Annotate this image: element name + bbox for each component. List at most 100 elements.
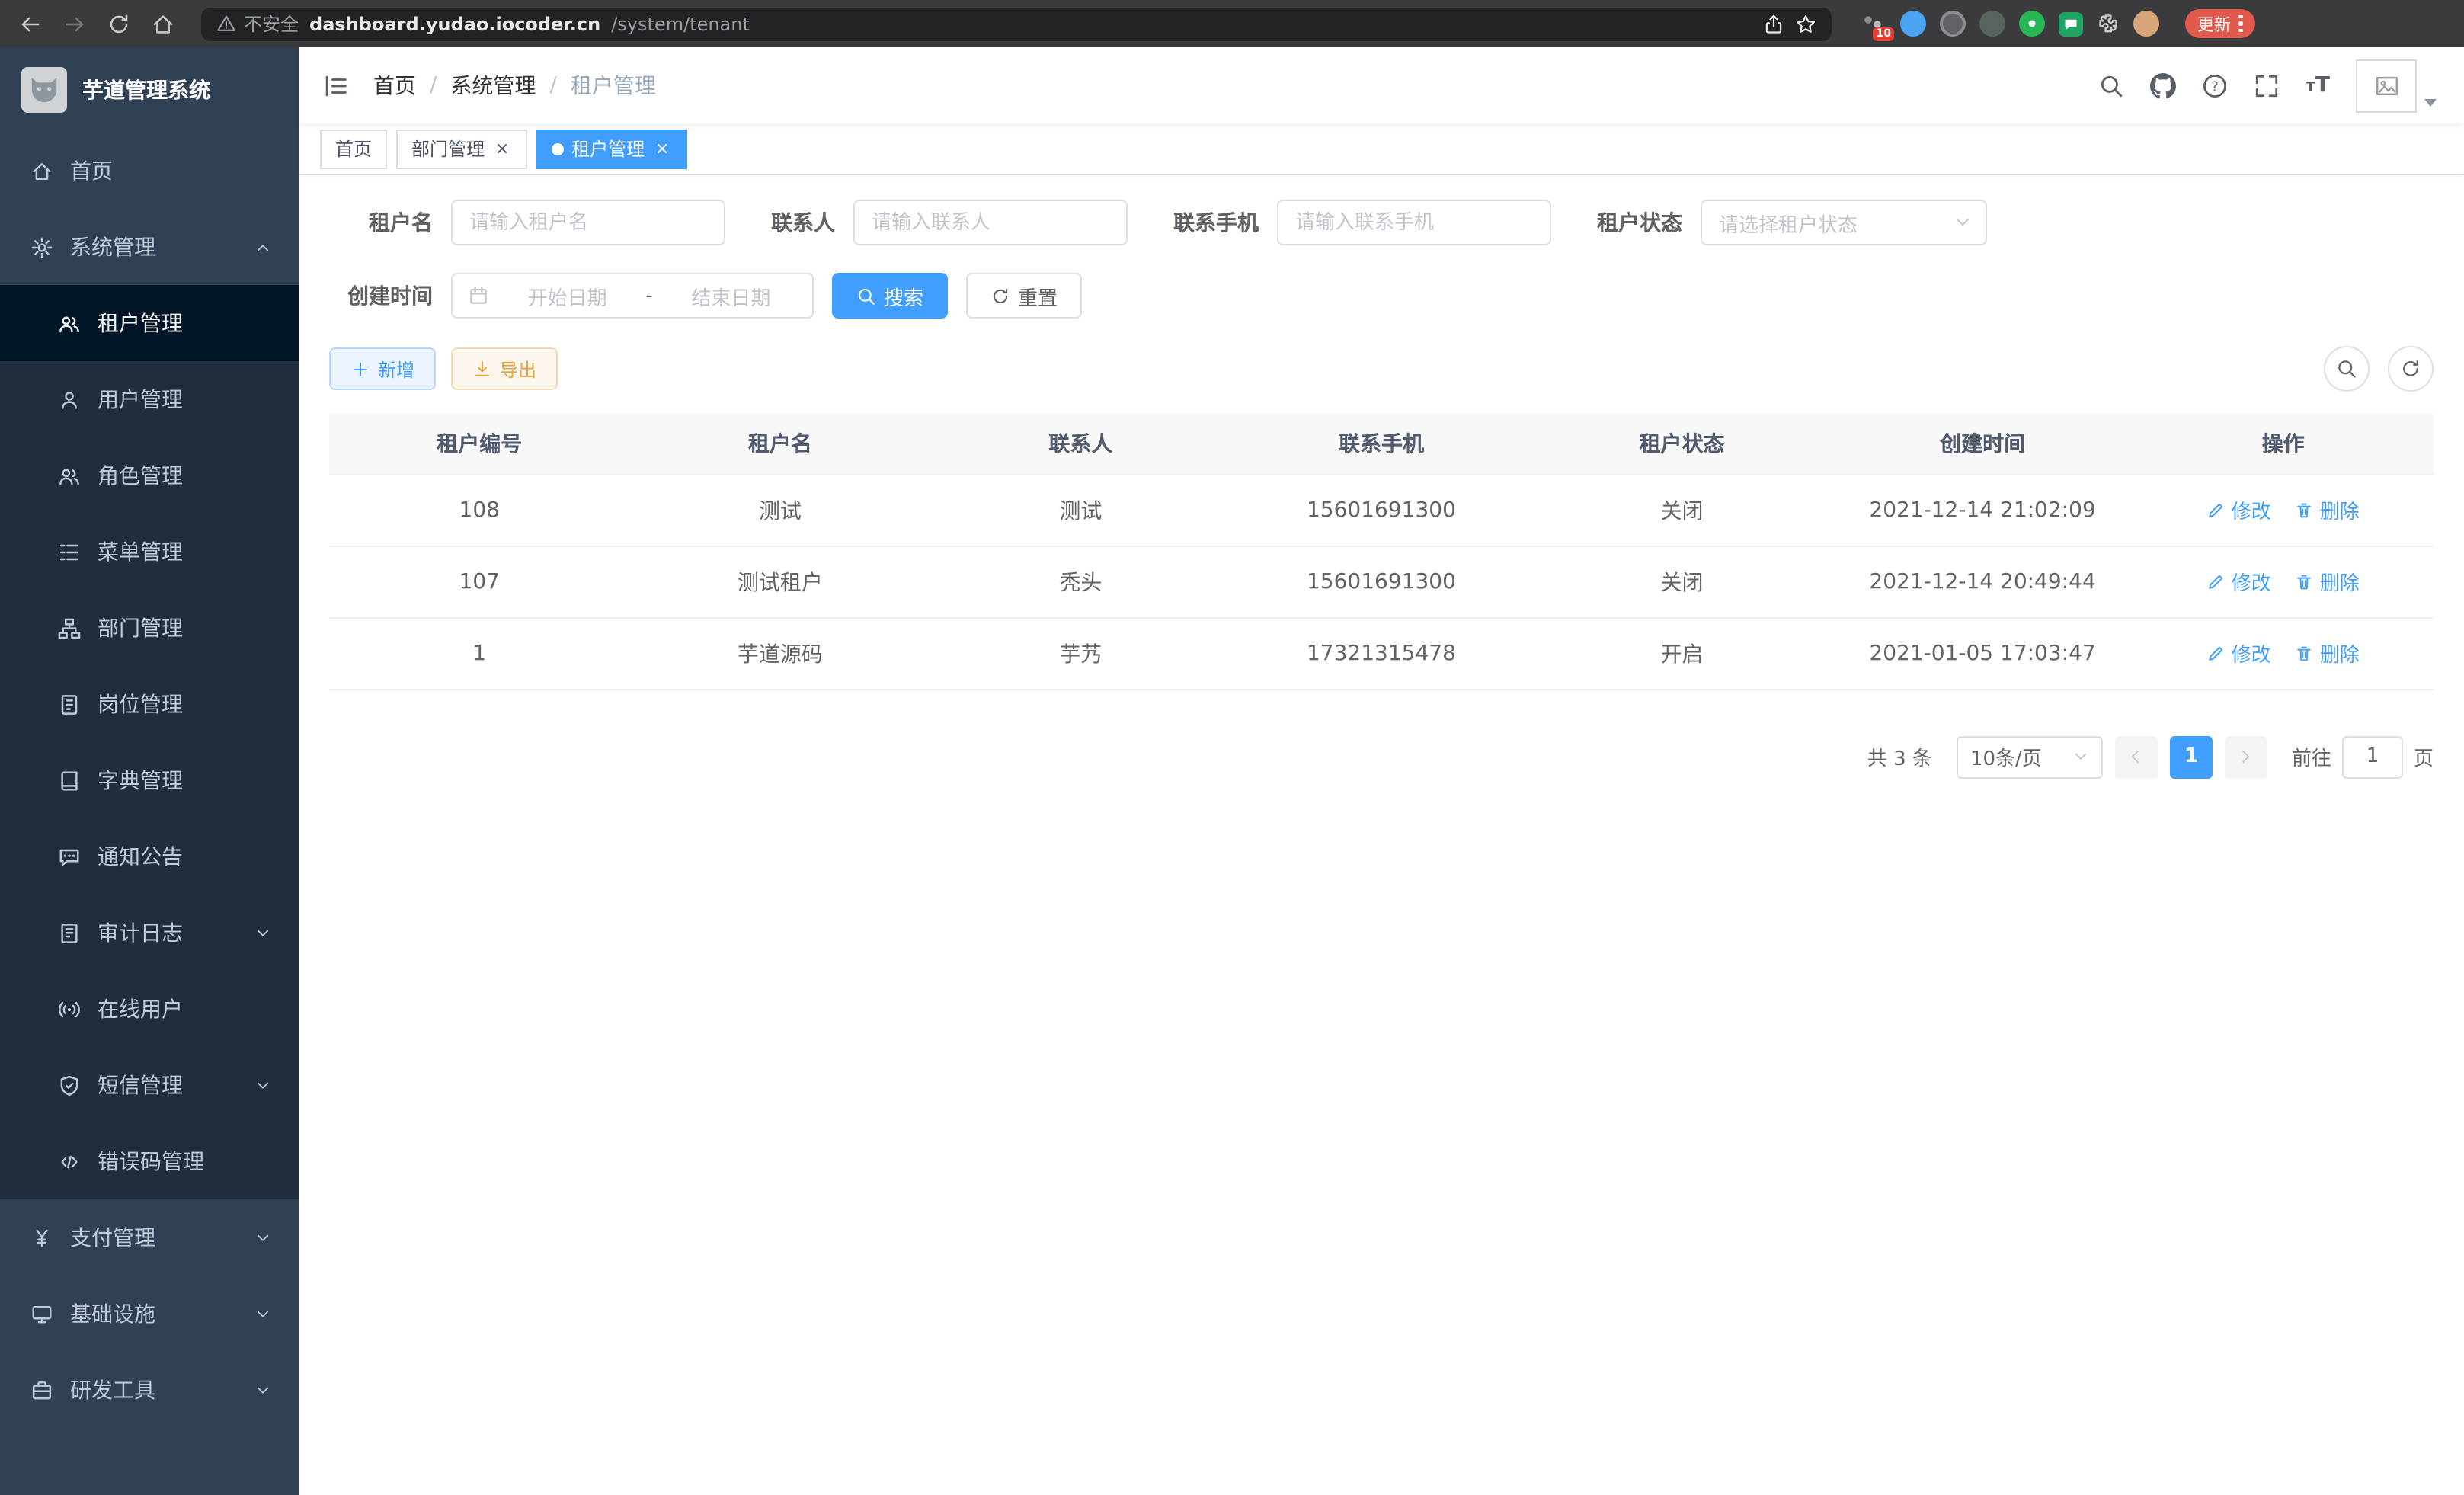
url-bar[interactable]: 不安全 dashboard.yudao.iocoder.cn/system/te… bbox=[201, 7, 1832, 40]
browser-toolbar: 不安全 dashboard.yudao.iocoder.cn/system/te… bbox=[0, 0, 2464, 47]
sidebar-item-dept[interactable]: 部门管理 bbox=[0, 590, 299, 666]
app-title: 芋道管理系统 bbox=[82, 75, 210, 105]
sidebar-item-audit[interactable]: 审计日志 bbox=[0, 895, 299, 971]
contact-input[interactable] bbox=[853, 200, 1128, 245]
col-header-actions: 操作 bbox=[2133, 413, 2434, 474]
phone-input[interactable] bbox=[1277, 200, 1551, 245]
hide-search-button[interactable] bbox=[2324, 346, 2370, 392]
col-header-created: 创建时间 bbox=[1832, 413, 2133, 474]
sidebar-item-pay[interactable]: 支付管理 bbox=[0, 1199, 299, 1276]
tenant-table: 租户编号 租户名 联系人 联系手机 租户状态 创建时间 操作 108 测试 bbox=[329, 413, 2434, 690]
breadcrumb-separator: / bbox=[549, 73, 556, 98]
refresh-icon bbox=[990, 286, 1010, 306]
sidebar-item-notice[interactable]: 通知公告 bbox=[0, 818, 299, 895]
sidebar-item-dict[interactable]: 字典管理 bbox=[0, 742, 299, 818]
goto-page-input[interactable] bbox=[2342, 735, 2403, 778]
edit-link[interactable]: 修改 bbox=[2207, 567, 2271, 596]
breadcrumb-home[interactable]: 首页 bbox=[373, 70, 416, 101]
sidebar-item-post[interactable]: 岗位管理 bbox=[0, 666, 299, 742]
sidebar-item-home[interactable]: 首页 bbox=[0, 133, 299, 209]
refresh-icon bbox=[2400, 358, 2421, 379]
delete-link[interactable]: 删除 bbox=[2296, 639, 2360, 667]
delete-link[interactable]: 删除 bbox=[2296, 495, 2360, 524]
fullscreen-icon[interactable] bbox=[2254, 72, 2280, 98]
sidebar-item-devtool[interactable]: 研发工具 bbox=[0, 1352, 299, 1428]
sidebar-item-system[interactable]: 系统管理 bbox=[0, 209, 299, 285]
browser-menu-icon[interactable] bbox=[2238, 15, 2242, 33]
prev-page-button[interactable] bbox=[2115, 735, 2158, 778]
ext-icon-dark[interactable] bbox=[1940, 11, 1966, 37]
sidebar-item-label: 角色管理 bbox=[98, 460, 183, 491]
navbar-actions: ? TT bbox=[2099, 59, 2464, 112]
status-select[interactable]: 请选择租户状态 bbox=[1701, 200, 1987, 245]
forward-button[interactable] bbox=[59, 8, 90, 39]
ext-icon-badge[interactable]: 10 bbox=[1861, 11, 1886, 37]
sidebar-item-label: 基础设施 bbox=[70, 1298, 155, 1329]
sidebar-item-sms[interactable]: 短信管理 bbox=[0, 1047, 299, 1123]
page-number-button[interactable]: 1 bbox=[2170, 735, 2213, 778]
sidebar-item-user[interactable]: 用户管理 bbox=[0, 361, 299, 437]
filter-status: 租户状态 请选择租户状态 bbox=[1597, 200, 1987, 245]
user-avatar[interactable] bbox=[2356, 59, 2417, 112]
tab-label: 首页 bbox=[335, 136, 372, 162]
date-start-placeholder[interactable]: 开始日期 bbox=[501, 281, 633, 310]
bookmark-star-icon[interactable] bbox=[1795, 13, 1816, 34]
sidebar-item-role[interactable]: 角色管理 bbox=[0, 437, 299, 514]
tab-home[interactable]: 首页 bbox=[320, 129, 387, 168]
col-header-name: 租户名 bbox=[630, 413, 931, 474]
sidebar-item-label: 通知公告 bbox=[98, 841, 183, 872]
back-button[interactable] bbox=[15, 8, 46, 39]
reset-button[interactable]: 重置 bbox=[966, 273, 1082, 319]
update-label: 更新 bbox=[2197, 11, 2231, 36]
date-range-picker[interactable]: 开始日期 - 结束日期 bbox=[451, 273, 814, 319]
sidebar-item-menu[interactable]: 菜单管理 bbox=[0, 514, 299, 590]
sidebar-item-online[interactable]: 在线用户 bbox=[0, 971, 299, 1047]
date-separator: - bbox=[645, 284, 652, 307]
cell-status: 关闭 bbox=[1531, 474, 1832, 546]
update-button[interactable]: 更新 bbox=[2185, 9, 2254, 38]
share-icon[interactable] bbox=[1763, 13, 1784, 34]
search-icon[interactable] bbox=[2099, 72, 2125, 98]
sidebar-item-infra[interactable]: 基础设施 bbox=[0, 1276, 299, 1352]
font-size-icon[interactable]: TT bbox=[2306, 75, 2330, 96]
security-label: 不安全 bbox=[244, 11, 299, 37]
profile-avatar[interactable] bbox=[2133, 11, 2159, 37]
sidebar-item-label: 部门管理 bbox=[98, 613, 183, 643]
export-button[interactable]: 导出 bbox=[451, 347, 558, 390]
home-button[interactable] bbox=[148, 8, 178, 39]
sidebar-item-label: 研发工具 bbox=[70, 1375, 155, 1405]
message-icon bbox=[58, 845, 81, 868]
ext-icon-blue[interactable] bbox=[1900, 11, 1926, 37]
breadcrumb-system[interactable]: 系统管理 bbox=[450, 70, 536, 101]
reload-button[interactable] bbox=[104, 8, 134, 39]
page-size-select[interactable]: 10条/页 bbox=[1957, 735, 2103, 778]
shield-icon bbox=[58, 1074, 81, 1096]
extensions-puzzle-icon[interactable] bbox=[2097, 12, 2120, 35]
refresh-table-button[interactable] bbox=[2388, 346, 2434, 392]
help-icon[interactable]: ? bbox=[2203, 72, 2229, 98]
tenant-name-input[interactable] bbox=[451, 200, 725, 245]
tab-close-icon[interactable]: × bbox=[652, 139, 672, 158]
security-chip[interactable]: 不安全 bbox=[216, 11, 299, 37]
edit-link[interactable]: 修改 bbox=[2207, 639, 2271, 667]
sidebar-item-errorcode[interactable]: 错误码管理 bbox=[0, 1123, 299, 1199]
ext-icon-chat[interactable] bbox=[2059, 11, 2083, 36]
tab-dept[interactable]: 部门管理 × bbox=[396, 129, 527, 168]
ext-icon-olive[interactable] bbox=[1979, 11, 2005, 37]
add-button[interactable]: 新增 bbox=[329, 347, 436, 390]
tab-close-icon[interactable]: × bbox=[492, 139, 512, 158]
code-icon bbox=[58, 1150, 81, 1173]
search-button[interactable]: 搜索 bbox=[832, 273, 948, 319]
tab-tenant[interactable]: 租户管理 × bbox=[536, 129, 687, 168]
sidebar-toggle-icon[interactable] bbox=[299, 72, 373, 98]
search-button-label: 搜索 bbox=[884, 281, 923, 310]
user-menu[interactable] bbox=[2356, 59, 2437, 112]
contact-label: 联系人 bbox=[771, 207, 835, 238]
sidebar-item-tenant[interactable]: 租户管理 bbox=[0, 285, 299, 361]
github-icon[interactable] bbox=[2151, 72, 2177, 98]
next-page-button[interactable] bbox=[2225, 735, 2267, 778]
edit-link[interactable]: 修改 bbox=[2207, 495, 2271, 524]
delete-link[interactable]: 删除 bbox=[2296, 567, 2360, 596]
ext-icon-green[interactable] bbox=[2019, 11, 2045, 37]
date-end-placeholder[interactable]: 结束日期 bbox=[665, 281, 797, 310]
